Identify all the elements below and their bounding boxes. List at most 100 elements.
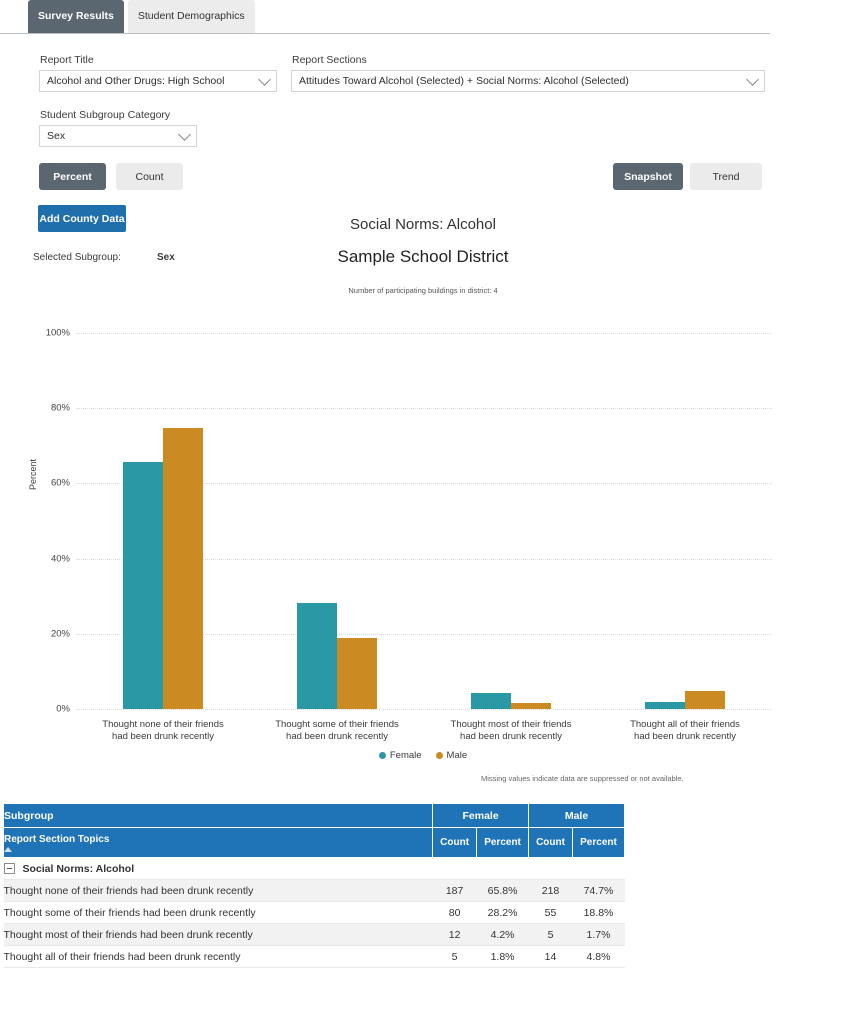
table-cell-topic: Thought most of their friends had been d… (3, 923, 433, 946)
gridline (76, 333, 772, 334)
bar-female-1[interactable] (297, 602, 337, 709)
table-cell-male-count: 218 (528, 879, 573, 902)
student-subgroup-category-value: Sex (47, 130, 66, 142)
table-cell-male-percent: 4.8% (572, 945, 625, 968)
table-cell-male-percent: 1.7% (572, 923, 625, 946)
table-header-male-count[interactable]: Count (528, 827, 573, 858)
table-row[interactable]: Thought some of their friends had been d… (3, 901, 625, 924)
bar-female-3[interactable] (645, 702, 685, 709)
table-header-female-count[interactable]: Count (432, 827, 478, 858)
table-row[interactable]: Thought none of their friends had been d… (3, 879, 625, 902)
legend-label-female: Female (389, 750, 422, 761)
table-cell-female-percent: 28.2% (476, 901, 529, 924)
table-cell-female-count: 187 (432, 879, 477, 902)
table-cell-topic: Thought none of their friends had been d… (3, 879, 433, 902)
bar-male-1[interactable] (337, 638, 377, 709)
table-group-female-count (432, 857, 477, 880)
chevron-down-icon (178, 128, 191, 141)
snapshot-toggle-label: Snapshot (624, 170, 672, 183)
table-cell-female-count: 12 (432, 923, 477, 946)
legend-item-female: Female (378, 750, 422, 761)
report-sections-label: Report Sections (292, 54, 367, 66)
table-cell-male-percent: 74.7% (572, 879, 625, 902)
table-cell-topic: Thought some of their friends had been d… (3, 901, 433, 924)
results-table-head: Subgroup Female Male Report Section Topi… (2, 803, 626, 858)
table-header-report-section-topics-label: Report Section Topics (4, 833, 110, 845)
table-header-subgroup[interactable]: Subgroup (2, 803, 434, 828)
report-title-label: Report Title (40, 54, 94, 66)
count-toggle-label: Count (135, 170, 164, 183)
legend-swatch-male (435, 752, 443, 759)
table-header-row-measures: Report Section Topics Count Percent Coun… (2, 827, 626, 858)
table-cell-female-percent: 1.8% (476, 945, 529, 968)
table-cell-male-count: 14 (528, 945, 573, 968)
tab-survey-results[interactable]: Survey Results (28, 0, 124, 33)
gridline (76, 709, 772, 710)
table-cell-female-percent: 4.2% (476, 923, 529, 946)
table-group-cell: Social Norms: Alcohol (3, 857, 433, 880)
table-group-male-percent (572, 857, 625, 880)
table-cell-male-count: 55 (528, 901, 573, 924)
table-header-report-section-topics[interactable]: Report Section Topics (2, 827, 434, 858)
table-row[interactable]: Thought most of their friends had been d… (3, 923, 625, 946)
table-header-row-groups: Subgroup Female Male (2, 803, 625, 828)
table-group-female-percent (476, 857, 529, 880)
percent-toggle-button[interactable]: Percent (39, 163, 106, 190)
report-title-select[interactable]: Alcohol and Other Drugs: High School (39, 70, 277, 92)
table-group-row[interactable]: Social Norms: Alcohol (3, 857, 625, 880)
chevron-down-icon (258, 73, 271, 86)
chart-title: Social Norms: Alcohol (350, 216, 496, 233)
tab-bar: Survey Results Student Demographics (0, 0, 770, 34)
chart-subtitle: Sample School District (337, 247, 509, 266)
table-header-group-male: Male (528, 803, 625, 828)
bar-male-0[interactable] (163, 428, 203, 709)
table-group-label: Social Norms: Alcohol (22, 862, 135, 875)
legend-label-male: Male (446, 750, 468, 761)
report-sections-select[interactable]: Attitudes Toward Alcohol (Selected) + So… (291, 70, 765, 92)
results-table: Subgroup Female Male Report Section Topi… (2, 803, 626, 968)
y-axis-tick: 0% (56, 703, 70, 715)
legend-swatch-female (378, 752, 386, 759)
table-header-group-female: Female (432, 803, 530, 828)
legend-item-male: Male (435, 750, 468, 761)
table-group-male-count (528, 857, 573, 880)
bar-chart: 0% 20% 40% 60% 80% 100% Thought none of their … (0, 318, 846, 788)
tab-survey-results-label: Survey Results (38, 10, 114, 23)
x-axis-category-label: Thought none of their friends had been dr… (102, 719, 224, 742)
chevron-down-icon (746, 73, 759, 86)
student-subgroup-category-select[interactable]: Sex (39, 125, 197, 147)
table-cell-male-percent: 18.8% (572, 901, 625, 924)
gridline (76, 408, 772, 410)
chart-note: Number of participating buildings in dis… (348, 286, 498, 295)
collapse-minus-icon[interactable] (3, 863, 15, 875)
results-table-body: Social Norms: Alcohol Thought none of th… (3, 857, 625, 968)
table-cell-topic: Thought all of their friends had been dr… (3, 945, 433, 968)
snapshot-toggle-button[interactable]: Snapshot (613, 163, 683, 190)
bar-male-3[interactable] (685, 690, 725, 709)
y-axis-tick: 80% (50, 402, 70, 414)
y-axis-tick: 60% (50, 477, 70, 489)
tab-student-demographics-label: Student Demographics (137, 10, 245, 23)
table-row[interactable]: Thought all of their friends had been dr… (3, 945, 625, 968)
bar-female-0[interactable] (123, 461, 163, 709)
report-sections-value: Attitudes Toward Alcohol (Selected) + So… (299, 75, 629, 87)
count-toggle-button[interactable]: Count (116, 163, 183, 190)
table-header-male-percent[interactable]: Percent (571, 827, 626, 858)
y-axis-tick: 100% (45, 327, 70, 339)
x-axis-category-label: Thought all of their friends had been dru… (630, 719, 740, 742)
chart-footnote: Missing values indicate data are suppres… (481, 774, 684, 783)
report-title-value: Alcohol and Other Drugs: High School (47, 75, 225, 87)
table-header-female-percent[interactable]: Percent (476, 827, 530, 858)
bar-female-2[interactable] (471, 693, 511, 709)
table-cell-female-count: 5 (432, 945, 477, 968)
chart-legend: Female Male (0, 750, 846, 761)
tab-student-demographics[interactable]: Student Demographics (127, 0, 255, 33)
sort-ascending-icon[interactable] (4, 846, 12, 852)
student-subgroup-category-label: Student Subgroup Category (40, 109, 171, 121)
table-cell-female-percent: 65.8% (476, 879, 529, 902)
table-cell-female-count: 80 (432, 901, 477, 924)
y-axis-tick: 40% (50, 553, 70, 565)
y-axis-tick: 20% (50, 628, 70, 640)
bar-male-2[interactable] (511, 702, 551, 709)
trend-toggle-button[interactable]: Trend (690, 163, 762, 190)
